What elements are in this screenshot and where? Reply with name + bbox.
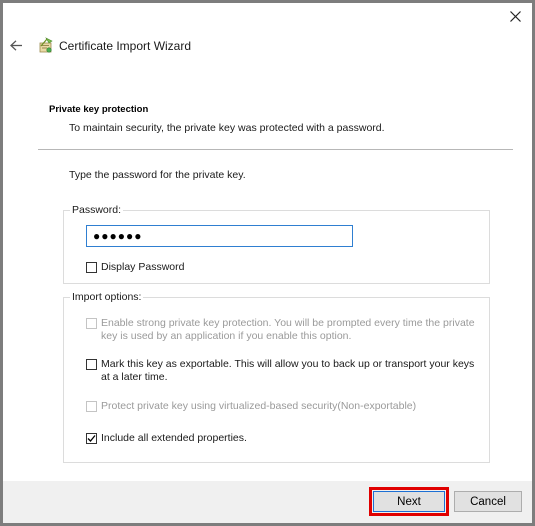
extended-properties-label: Include all extended properties. — [101, 432, 247, 444]
display-password-box[interactable] — [86, 262, 97, 273]
import-options-label: Import options: — [70, 291, 144, 303]
button-footer — [3, 481, 532, 523]
section-title: Private key protection — [49, 104, 149, 115]
option-exportable[interactable]: Mark this key as exportable. This will a… — [86, 358, 476, 384]
exportable-checkbox[interactable] — [86, 359, 97, 370]
instruction-text: Type the password for the private key. — [69, 169, 246, 181]
back-button[interactable] — [8, 37, 24, 53]
option-virtualized-security[interactable]: Protect private key using virtualized-ba… — [86, 400, 476, 413]
option-extended-properties[interactable]: Include all extended properties. — [86, 432, 476, 445]
import-options-group: Import options: Enable strong private ke… — [63, 291, 490, 463]
cancel-button[interactable]: Cancel — [454, 491, 522, 512]
option-strong-protection[interactable]: Enable strong private key protection. Yo… — [86, 317, 476, 343]
password-label: Password: — [70, 204, 124, 216]
wizard-window: Certificate Import Wizard Private key pr… — [3, 3, 532, 523]
extended-properties-checkbox[interactable] — [86, 433, 97, 444]
virtualized-security-checkbox[interactable] — [86, 401, 97, 412]
header-separator — [38, 149, 513, 150]
checkmark-icon — [87, 435, 96, 442]
certificate-wizard-icon — [39, 37, 53, 53]
strong-protection-label: Enable strong private key protection. Yo… — [101, 317, 475, 342]
display-password-label: Display Password — [101, 261, 185, 273]
virtualized-security-label: Protect private key using virtualized-ba… — [101, 400, 417, 412]
close-button[interactable] — [504, 5, 526, 27]
password-group: Password: ●●●●●● Display Password — [63, 204, 490, 284]
close-icon — [509, 10, 521, 22]
display-password-checkbox[interactable]: Display Password — [86, 261, 184, 274]
back-arrow-icon — [9, 39, 22, 51]
next-button[interactable]: Next — [369, 487, 449, 516]
exportable-label: Mark this key as exportable. This will a… — [101, 358, 475, 383]
strong-protection-checkbox[interactable] — [86, 318, 97, 329]
section-description: To maintain security, the private key wa… — [69, 122, 385, 134]
window-title: Certificate Import Wizard — [59, 39, 192, 53]
password-input[interactable]: ●●●●●● — [86, 225, 353, 247]
